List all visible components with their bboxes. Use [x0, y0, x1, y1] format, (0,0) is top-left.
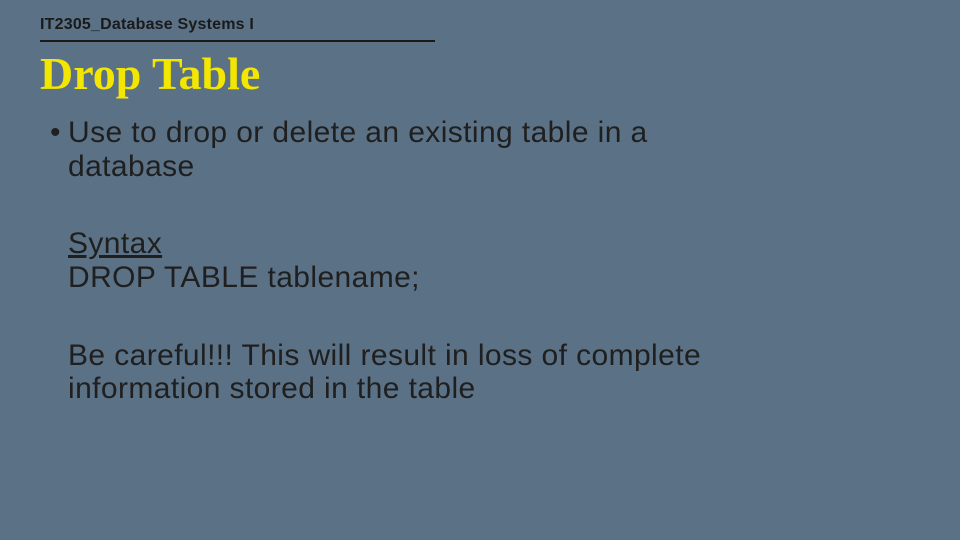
slide-body: • Use to drop or delete an existing tabl… [40, 116, 920, 406]
warning-text: Be careful!!! This will result in loss o… [40, 339, 708, 406]
header-rule [40, 40, 435, 42]
course-header: IT2305_Database Systems I [40, 16, 920, 40]
bullet-item: • Use to drop or delete an existing tabl… [40, 116, 708, 183]
bullet-dot-icon: • [50, 116, 61, 150]
syntax-block: Syntax DROP TABLE tablename; [40, 227, 708, 294]
slide-title: Drop Table [40, 50, 920, 98]
syntax-code: DROP TABLE tablename; [68, 261, 420, 294]
slide: IT2305_Database Systems I Drop Table • U… [0, 0, 960, 540]
syntax-label: Syntax [68, 227, 162, 260]
bullet-text: Use to drop or delete an existing table … [68, 116, 648, 183]
